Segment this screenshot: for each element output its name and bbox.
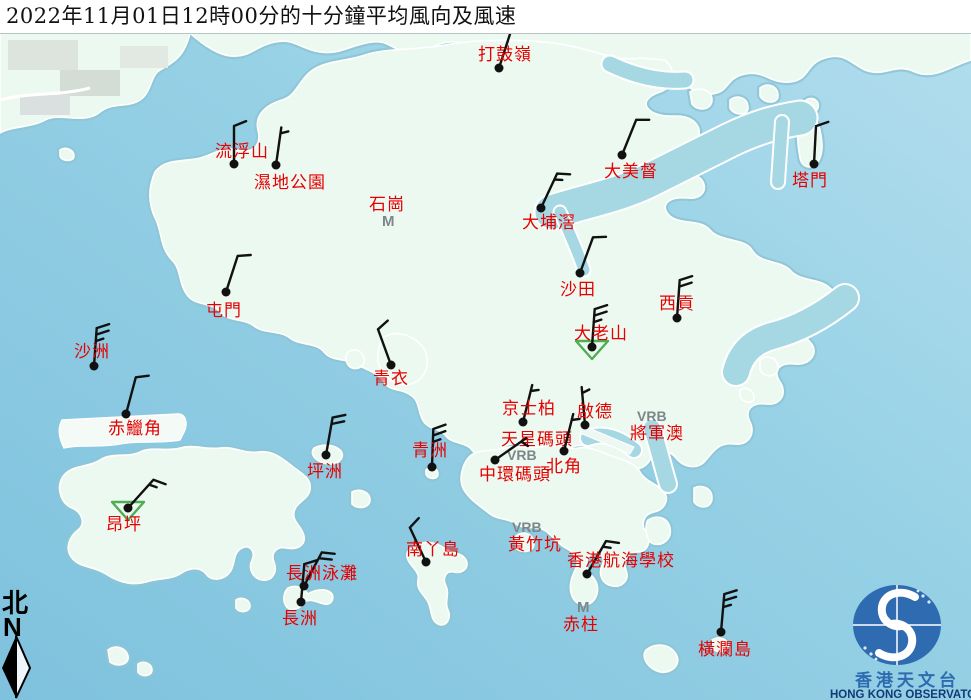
station-label: 流浮山 xyxy=(215,142,269,162)
station-dot xyxy=(537,204,546,213)
station-dot xyxy=(560,447,569,456)
station-label: 大老山 xyxy=(574,324,628,344)
station-label: 中環碼頭 xyxy=(479,465,551,485)
station-label: 長洲泳灘 xyxy=(286,564,358,584)
station-label: 長洲 xyxy=(282,609,318,629)
station-label: 打鼓嶺 xyxy=(478,45,532,65)
hko-logo-english: HONG KONG OBSERVATORY xyxy=(830,689,971,700)
station-dot xyxy=(122,410,131,419)
station-label: 屯門 xyxy=(206,301,242,321)
station-label: 南丫島 xyxy=(406,540,460,560)
station-label: 沙洲 xyxy=(74,342,110,362)
station-label: 青洲 xyxy=(412,441,448,461)
station-dot xyxy=(673,314,682,323)
station-label: 西貢 xyxy=(659,294,695,314)
station-label: 坪洲 xyxy=(307,462,343,482)
weather-wind-map: 2022年11月01日12時00分的十分鐘平均風向及風速 xyxy=(0,0,971,700)
station-label: 赤柱 xyxy=(563,615,599,635)
station-label: 香港航海學校 xyxy=(567,551,675,571)
station-status: M xyxy=(382,213,395,230)
station-dot xyxy=(717,628,726,637)
station-status: M xyxy=(577,599,590,616)
station-label: 濕地公園 xyxy=(254,173,326,193)
map-title: 2022年11月01日12時00分的十分鐘平均風向及風速 xyxy=(0,0,971,33)
station-label: 大埔滘 xyxy=(522,213,576,233)
station-dot xyxy=(222,288,231,297)
station-dot xyxy=(491,456,500,465)
hko-logo-chinese: 香港天文台 xyxy=(855,670,960,691)
station-dot xyxy=(576,269,585,278)
station-label: 赤鱲角 xyxy=(108,419,162,439)
title-bar: 2022年11月01日12時00分的十分鐘平均風向及風速 xyxy=(0,0,971,34)
station-label: 青衣 xyxy=(373,369,409,389)
station-label: 塔門 xyxy=(792,171,828,191)
station-label: 黃竹坑 xyxy=(508,535,562,555)
station-dot xyxy=(810,160,819,169)
station-label: 京士柏 xyxy=(502,399,556,419)
station-dot xyxy=(90,362,99,371)
station-dot xyxy=(428,463,437,472)
station-label: 啟德 xyxy=(577,402,613,422)
station-dot xyxy=(297,598,306,607)
station-label: 沙田 xyxy=(560,280,596,300)
station-status: VRB xyxy=(512,519,542,535)
station-status: VRB xyxy=(637,408,667,424)
station-dot xyxy=(124,504,133,513)
station-label: 昂坪 xyxy=(106,515,142,535)
station-label: 大美督 xyxy=(604,162,658,182)
hong-kong-map: 流浮山濕地公園打鼓嶺大美督大埔滘塔門屯門沙洲赤鱲角M石崗沙田大老山青衣西貢京士柏… xyxy=(0,0,971,700)
station-label: 北角 xyxy=(546,457,582,477)
station-dot xyxy=(618,151,627,160)
station-dot xyxy=(322,451,331,460)
station-label: 石崗 xyxy=(369,195,405,215)
station-label: 橫瀾島 xyxy=(698,640,752,660)
station-label: 將軍澳 xyxy=(630,424,684,444)
station-dot xyxy=(272,161,281,170)
compass-north-letter: N xyxy=(3,612,22,642)
